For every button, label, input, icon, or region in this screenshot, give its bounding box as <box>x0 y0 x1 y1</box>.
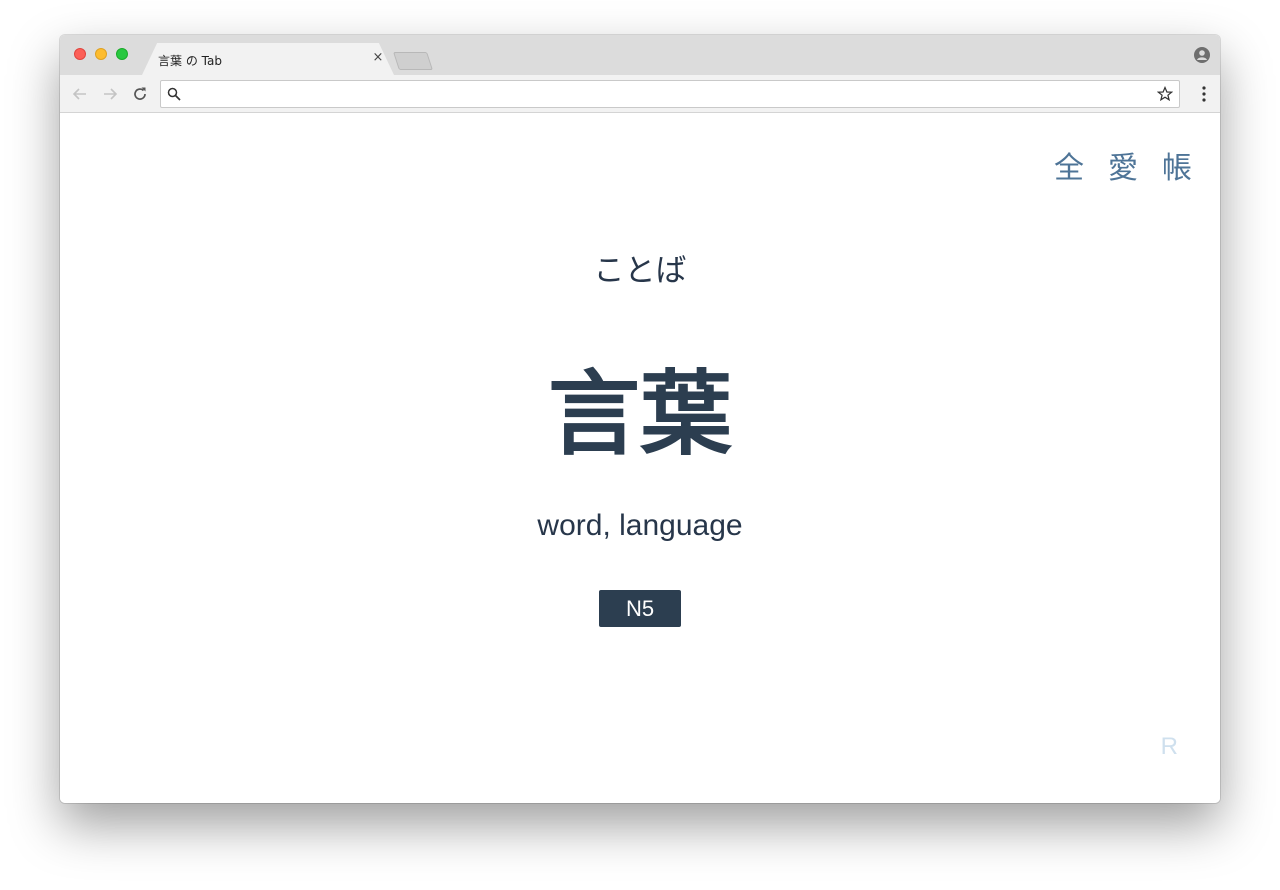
back-arrow-icon[interactable] <box>70 84 90 104</box>
jlpt-level-badge: N5 <box>599 590 681 627</box>
word-meaning: word, language <box>537 509 743 542</box>
tab-title: 言葉 の Tab <box>158 54 222 68</box>
top-nav: 全 愛 帳 <box>1054 143 1192 187</box>
page-content: 全 愛 帳 ことば 言葉 word, language N5 R <box>60 113 1220 803</box>
random-word-link[interactable]: R <box>1161 733 1178 761</box>
nav-all-link[interactable]: 全 <box>1054 143 1084 187</box>
tab-bar: 言葉 の Tab × <box>60 35 1220 75</box>
word-kanji: 言葉 <box>547 361 732 468</box>
profile-icon[interactable] <box>1194 47 1210 63</box>
minimize-window-button[interactable] <box>95 48 107 60</box>
forward-arrow-icon[interactable] <box>100 84 120 104</box>
address-input[interactable] <box>187 84 1131 106</box>
browser-toolbar <box>60 75 1220 113</box>
reload-icon[interactable] <box>130 84 150 104</box>
star-icon[interactable] <box>1157 86 1173 102</box>
browser-window: 言葉 の Tab × 全 愛 帳 ことば 言葉 word, language N… <box>60 35 1220 803</box>
new-tab-button[interactable] <box>393 52 433 70</box>
kebab-menu-icon[interactable] <box>1196 85 1212 103</box>
tab-close-icon[interactable]: × <box>370 50 386 66</box>
close-window-button[interactable] <box>74 48 86 60</box>
address-bar[interactable] <box>160 80 1180 108</box>
nav-favorites-link[interactable]: 愛 <box>1108 143 1138 187</box>
maximize-window-button[interactable] <box>116 48 128 60</box>
word-reading: ことば <box>593 253 687 289</box>
nav-notebook-link[interactable]: 帳 <box>1162 143 1192 187</box>
search-icon <box>167 87 181 101</box>
